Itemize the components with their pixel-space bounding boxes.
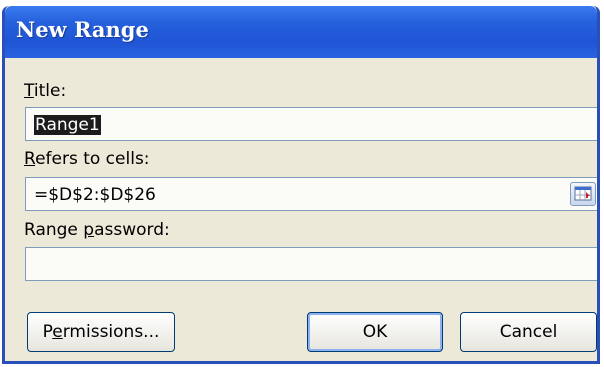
permissions-button[interactable]: Permissions...	[27, 312, 175, 352]
refers-to-cells-input[interactable]: =$D$2:$D$26	[25, 177, 597, 211]
range-password-input[interactable]	[25, 247, 597, 281]
dialog-title: New Range	[16, 17, 149, 42]
title-input-value: Range1	[34, 115, 101, 135]
refers-to-cells-value: =$D$2:$D$26	[34, 185, 156, 205]
refers-to-cells-label: Refers to cells:	[24, 149, 150, 169]
ok-button[interactable]: OK	[307, 312, 443, 352]
title-bar[interactable]: New Range	[5, 6, 597, 58]
range-password-label: Range password:	[24, 220, 170, 240]
title-label: Title:	[24, 81, 67, 101]
range-select-icon	[574, 186, 592, 201]
new-range-dialog: New Range Title: Range1 Refers to cells:…	[2, 6, 600, 364]
collapse-dialog-button[interactable]	[570, 182, 596, 206]
title-input[interactable]: Range1	[25, 107, 597, 141]
cancel-button[interactable]: Cancel	[460, 312, 597, 352]
